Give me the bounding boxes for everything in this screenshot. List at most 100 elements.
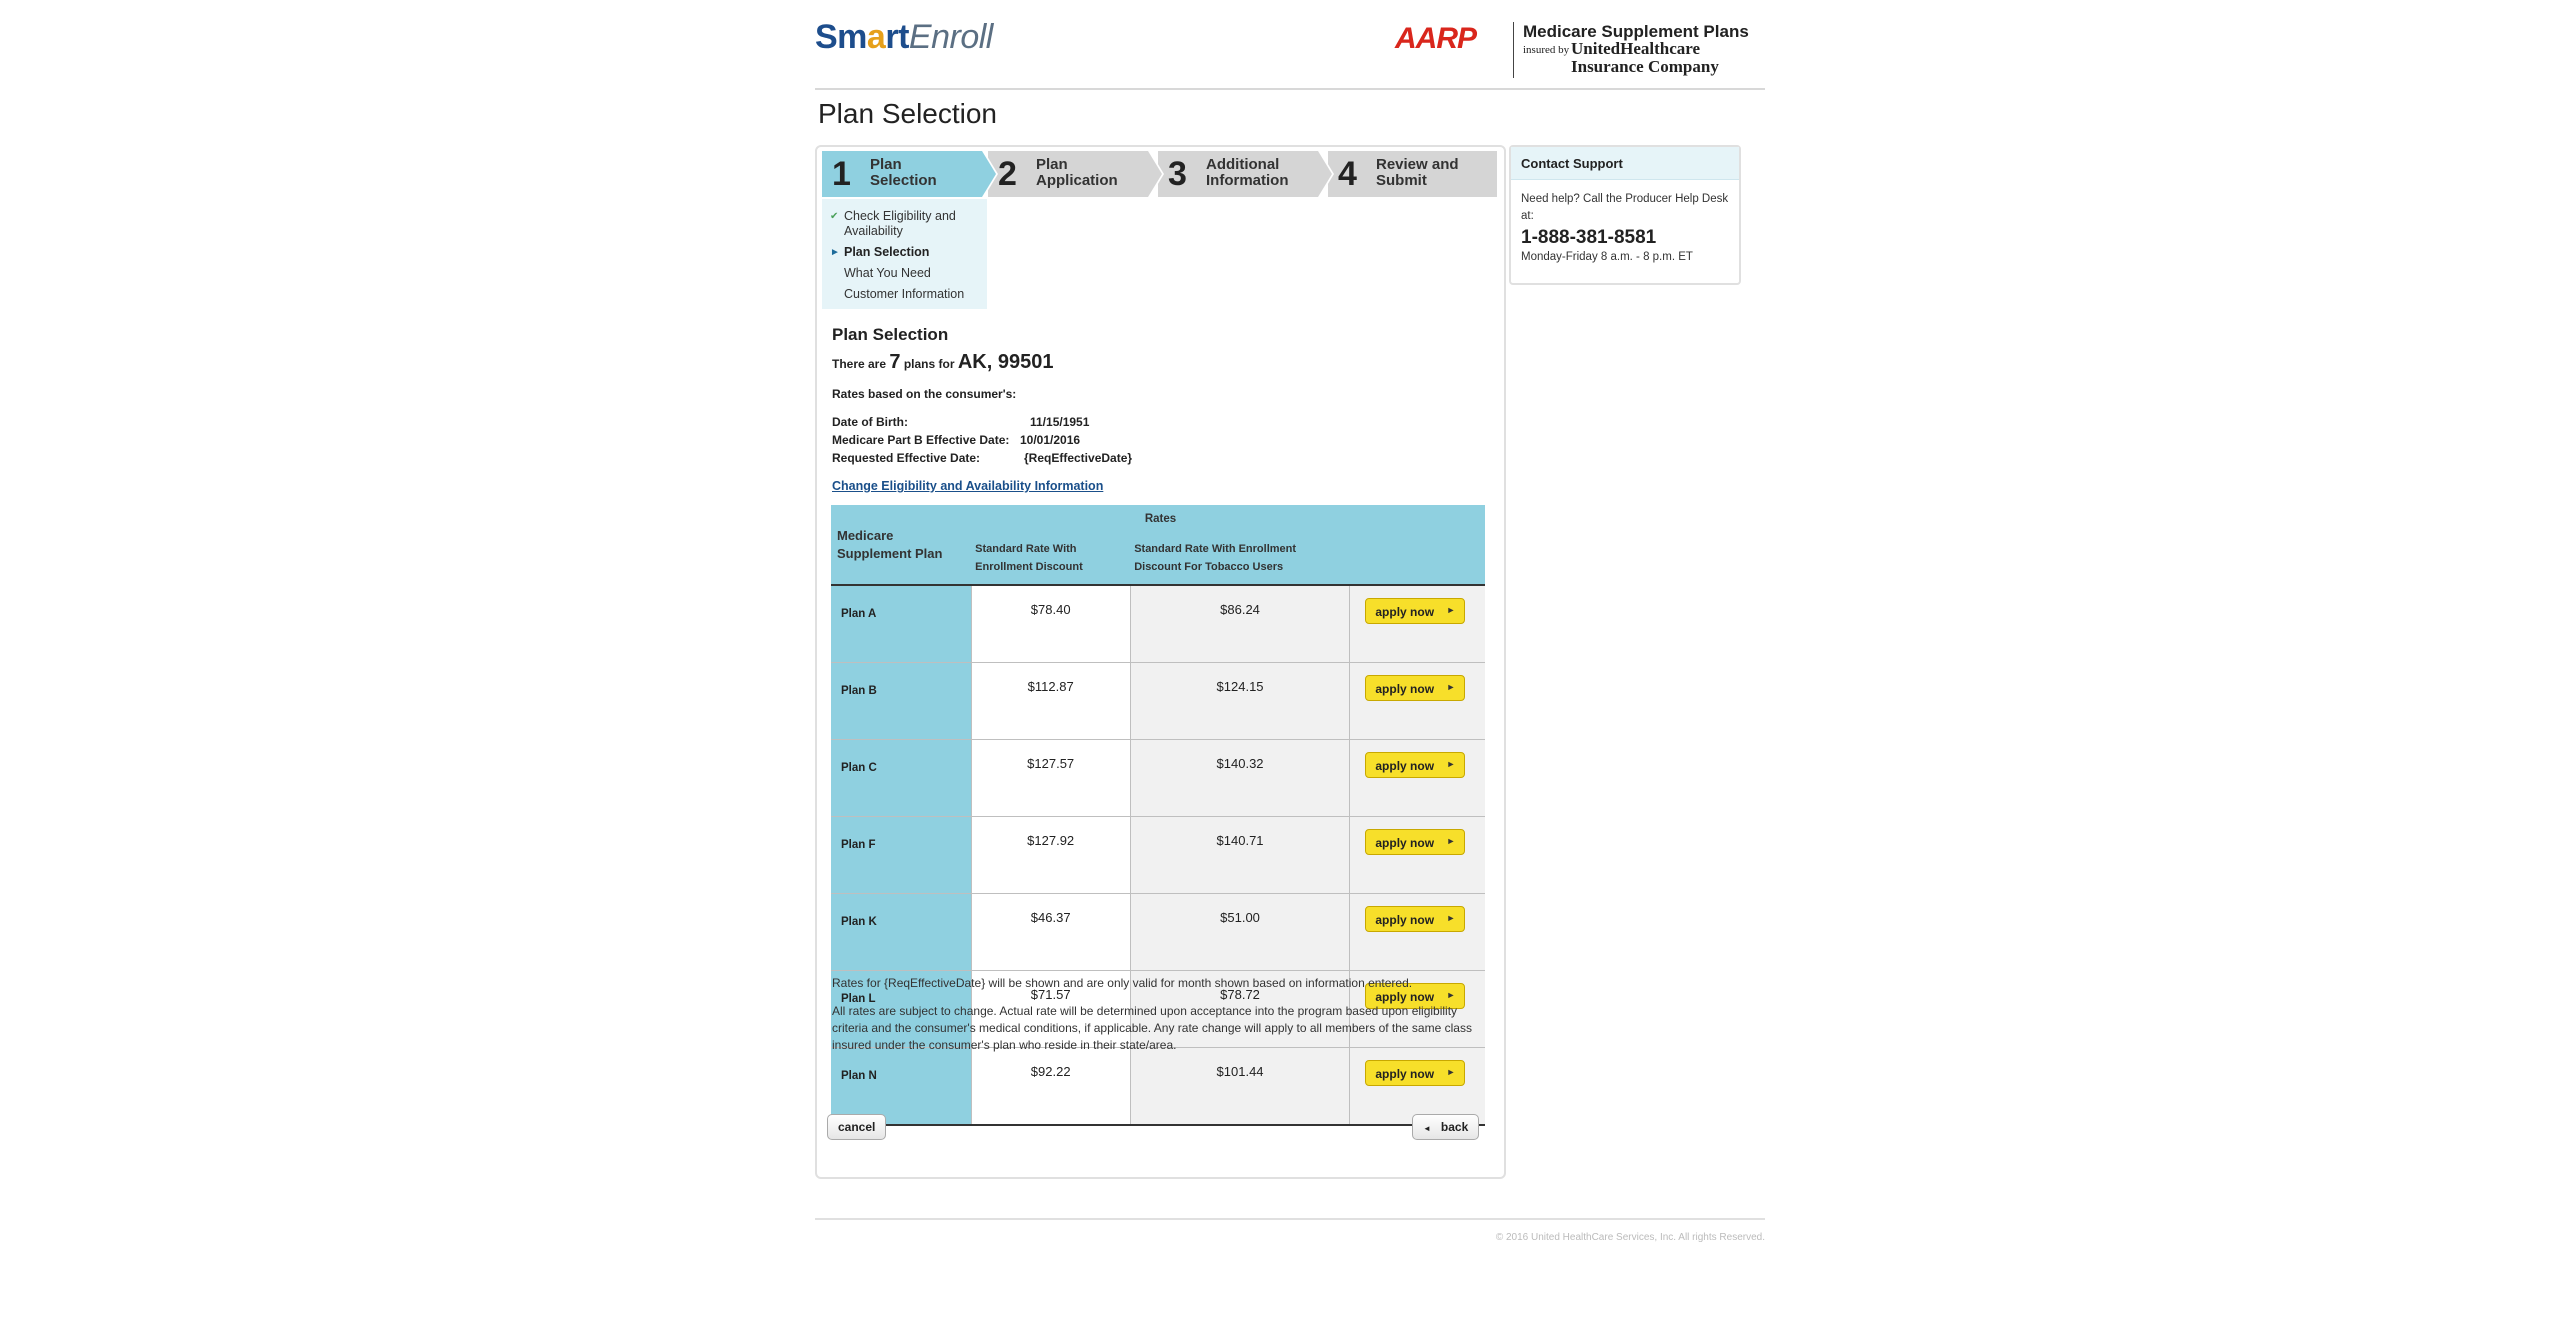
step-plan-application[interactable]: 2 Plan Application (988, 151, 1164, 197)
substep-check-eligibility[interactable]: ✔ Check Eligibility and Availability (830, 209, 956, 239)
apply-now-label: apply now (1375, 990, 1435, 1004)
logo-smart: Sm (815, 18, 867, 56)
count-mid: plans for (900, 357, 958, 371)
plan-name: Plan F (831, 816, 972, 894)
partb-value: 10/01/2016 (1020, 433, 1081, 447)
logo-enroll: Enroll (908, 18, 993, 56)
aarp-divider (1513, 22, 1514, 78)
standard-rate: $92.22 (970, 1047, 1131, 1126)
tobacco-rate: $86.24 (1129, 584, 1350, 663)
rates-disclaimer: All rates are subject to change. Actual … (832, 1004, 1472, 1052)
progress-steps: 1 Plan Selection 2 Plan Application 3 Ad… (822, 151, 1497, 197)
step-review-and-submit[interactable]: 4 Review and Submit (1328, 151, 1497, 197)
play-arrow-icon: ► (1446, 682, 1456, 692)
step-label: Additional Information (1206, 157, 1289, 189)
standard-rate: $46.37 (970, 893, 1131, 971)
plan-name: Plan A (831, 584, 972, 663)
apply-now-button[interactable]: apply now ► (1365, 598, 1466, 624)
apply-now-label: apply now (1375, 1067, 1435, 1081)
tobacco-rate: $51.00 (1129, 893, 1350, 971)
header-divider (815, 88, 1765, 90)
step-label-line2: Selection (870, 172, 937, 189)
cancel-label: cancel (838, 1120, 876, 1134)
play-arrow-icon: ► (1446, 836, 1456, 846)
current-arrow-icon: ► (830, 247, 840, 258)
plan-name: Plan K (831, 893, 972, 971)
change-eligibility-link[interactable]: Change Eligibility and Availability Info… (832, 479, 1103, 493)
apply-now-button[interactable]: apply now ► (1365, 675, 1466, 701)
step-number: 3 (1168, 155, 1187, 193)
requested-date-value: {ReqEffectiveDate} (1024, 451, 1133, 465)
standard-rate: $78.40 (970, 584, 1131, 663)
back-label: back (1440, 1120, 1469, 1134)
table-row: Plan K $46.37 $51.00 apply now ► (831, 893, 1485, 971)
contact-support-box: Contact Support Need help? Call the Prod… (1509, 145, 1741, 285)
play-arrow-icon: ► (1446, 605, 1456, 615)
dob-label: Date of Birth: (832, 415, 908, 429)
apply-cell: apply now ► (1349, 662, 1485, 740)
support-phone-number[interactable]: 1-888-381-8581 (1521, 227, 1656, 249)
step-arrow (982, 151, 996, 197)
step-plan-selection[interactable]: 1 Plan Selection (822, 151, 998, 197)
step-number: 1 (832, 155, 851, 193)
step-label-line1: Plan (1036, 156, 1068, 173)
main-panel: 1 Plan Selection 2 Plan Application 3 Ad… (815, 145, 1506, 1179)
count-prefix: There are (832, 357, 890, 371)
apply-cell: apply now ► (1349, 816, 1485, 894)
plan-name: Plan C (831, 739, 972, 817)
aarp-company: UnitedHealthcare Insurance Company (1571, 40, 1719, 76)
table-row: Plan B $112.87 $124.15 apply now ► (831, 662, 1485, 740)
step-label-line2: Application (1036, 172, 1118, 189)
tobacco-rate: $124.15 (1129, 662, 1350, 740)
apply-now-button[interactable]: apply now ► (1365, 906, 1466, 932)
requested-date-row: Requested Effective Date: {ReqEffectiveD… (832, 451, 1132, 465)
apply-now-label: apply now (1375, 913, 1435, 927)
apply-now-button[interactable]: apply now ► (1365, 752, 1466, 778)
substep-plan-selection: ► Plan Selection (830, 245, 930, 260)
aarp-branding: AARP Medicare Supplement Plans insured b… (1395, 18, 1755, 80)
standard-rate: $127.57 (970, 739, 1131, 817)
apply-now-button[interactable]: apply now ► (1365, 829, 1466, 855)
apply-now-label: apply now (1375, 682, 1435, 696)
section-title: Plan Selection (832, 325, 949, 344)
col-header-tobacco-rate: Standard Rate With Enrollment Discount F… (1130, 534, 1350, 585)
page-title: Plan Selection (818, 98, 998, 129)
table-row: Plan F $127.92 $140.71 apply now ► (831, 816, 1485, 894)
contact-support-header: Contact Support (1511, 147, 1739, 180)
play-arrow-icon: ► (1446, 759, 1456, 769)
dob-value: 11/15/1951 (1030, 415, 1090, 429)
apply-now-button[interactable]: apply now ► (1365, 1060, 1466, 1086)
step-additional-information[interactable]: 3 Additional Information (1158, 151, 1334, 197)
apply-cell: apply now ► (1349, 739, 1485, 817)
substep-label: Customer Information (844, 287, 965, 301)
col-header-rates: Rates (971, 505, 1350, 534)
partb-label: Medicare Part B Effective Date: (832, 433, 1010, 447)
support-hours: Monday-Friday 8 a.m. - 8 p.m. ET (1521, 251, 1693, 263)
back-arrow-icon: ◄ (1423, 1124, 1431, 1133)
aarp-insured-by: insured by (1523, 44, 1570, 56)
smartenroll-logo[interactable]: SmartEnroll (815, 18, 993, 57)
substep-label: What You Need (844, 266, 931, 280)
plan-name: Plan B (831, 662, 972, 740)
aarp-company-line2: Insurance Company (1571, 57, 1719, 76)
table-header-row: Medicare Supplement Plan Rates (831, 505, 1485, 585)
footer-divider (815, 1218, 1765, 1220)
rates-based-label: Rates based on the consumer's: (832, 387, 1017, 401)
back-button[interactable]: ◄ back (1412, 1114, 1480, 1140)
contact-help-text: Need help? Call the Producer Help Desk a… (1521, 193, 1729, 222)
rates-validity-note: Rates for {ReqEffectiveDate} will be sho… (832, 976, 1413, 990)
substep-label: Plan Selection (844, 245, 930, 259)
step-label: Plan Selection (870, 157, 937, 189)
col-header-plan: Medicare Supplement Plan (831, 505, 972, 585)
contact-support-title: Contact Support (1521, 156, 1623, 171)
substep-label-line2: Availability (844, 224, 903, 238)
count-value: 7 (889, 351, 901, 373)
step-label-line1: Review and (1376, 156, 1459, 173)
step-label: Review and Submit (1376, 157, 1459, 189)
cancel-button[interactable]: cancel (827, 1114, 887, 1140)
tobacco-rate: $140.32 (1129, 739, 1350, 817)
substep-customer-information: Customer Information (844, 287, 964, 302)
standard-rate: $127.92 (970, 816, 1131, 894)
step-arrow (1318, 151, 1332, 197)
aarp-company-line1: UnitedHealthcare (1571, 39, 1701, 58)
